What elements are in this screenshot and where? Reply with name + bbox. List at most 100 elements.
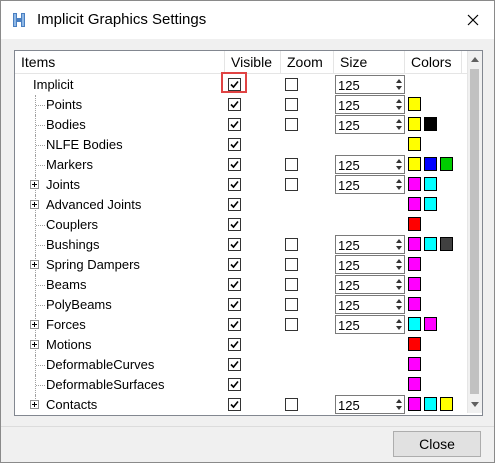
zoom-checkbox[interactable] — [285, 238, 298, 251]
spinner-arrows-icon[interactable] — [394, 256, 404, 273]
color-swatch[interactable] — [408, 297, 421, 311]
color-swatch[interactable] — [408, 197, 421, 211]
zoom-checkbox[interactable] — [285, 258, 298, 271]
expand-plus-icon[interactable] — [30, 260, 39, 269]
tree-row[interactable]: Bushings 125 — [15, 235, 467, 255]
tree-row[interactable]: Contacts 125 — [15, 395, 467, 415]
visible-checkbox[interactable] — [228, 158, 241, 171]
visible-checkbox[interactable] — [228, 178, 241, 191]
visible-checkbox[interactable] — [228, 238, 241, 251]
tree-row[interactable]: Spring Dampers 125 — [15, 255, 467, 275]
tree-row[interactable]: Bodies 125 — [15, 115, 467, 135]
header-size[interactable]: Size — [334, 51, 405, 73]
spinner-arrows-icon[interactable] — [394, 276, 404, 293]
header-visible[interactable]: Visible — [225, 51, 281, 73]
size-spinbox[interactable]: 125 — [335, 235, 405, 254]
expand-plus-icon[interactable] — [30, 340, 39, 349]
scroll-up-icon[interactable] — [471, 57, 479, 62]
color-swatch[interactable] — [424, 157, 437, 171]
header-items[interactable]: Items — [15, 51, 225, 73]
color-swatch[interactable] — [408, 317, 421, 331]
visible-checkbox[interactable] — [228, 98, 241, 111]
expand-plus-icon[interactable] — [30, 200, 39, 209]
header-colors[interactable]: Colors — [405, 51, 462, 73]
vertical-scrollbar[interactable] — [467, 51, 482, 413]
expand-plus-icon[interactable] — [30, 320, 39, 329]
spinner-arrows-icon[interactable] — [394, 396, 404, 413]
tree-row[interactable]: DeformableSurfaces — [15, 375, 467, 395]
color-swatch[interactable] — [408, 117, 421, 131]
visible-checkbox[interactable] — [228, 278, 241, 291]
visible-checkbox[interactable] — [228, 118, 241, 131]
zoom-checkbox[interactable] — [285, 398, 298, 411]
tree-row[interactable]: Forces 125 — [15, 315, 467, 335]
color-swatch[interactable] — [408, 177, 421, 191]
zoom-checkbox[interactable] — [285, 118, 298, 131]
tree-row[interactable]: Points 125 — [15, 95, 467, 115]
color-swatch[interactable] — [424, 177, 437, 191]
color-swatch[interactable] — [408, 97, 421, 111]
spinner-arrows-icon[interactable] — [394, 316, 404, 333]
visible-checkbox[interactable] — [228, 358, 241, 371]
close-button[interactable]: Close — [393, 431, 481, 457]
color-swatch[interactable] — [408, 377, 421, 391]
visible-checkbox[interactable] — [228, 318, 241, 331]
size-spinbox[interactable]: 125 — [335, 175, 405, 194]
zoom-checkbox[interactable] — [285, 158, 298, 171]
visible-checkbox[interactable] — [228, 298, 241, 311]
visible-checkbox[interactable] — [228, 138, 241, 151]
spinner-arrows-icon[interactable] — [394, 156, 404, 173]
tree-row[interactable]: Implicit 125 — [15, 72, 467, 95]
size-spinbox[interactable]: 125 — [335, 95, 405, 114]
tree-row[interactable]: Couplers — [15, 215, 467, 235]
color-swatch[interactable] — [440, 237, 453, 251]
spinner-arrows-icon[interactable] — [394, 296, 404, 313]
size-spinbox[interactable]: 125 — [335, 115, 405, 134]
color-swatch[interactable] — [408, 397, 421, 411]
size-spinbox[interactable]: 125 — [335, 275, 405, 294]
color-swatch[interactable] — [424, 317, 437, 331]
size-spinbox[interactable]: 125 — [335, 155, 405, 174]
tree-row[interactable]: NLFE Bodies — [15, 135, 467, 155]
spinner-arrows-icon[interactable] — [394, 176, 404, 193]
close-icon[interactable] — [456, 4, 490, 36]
size-spinbox[interactable]: 125 — [335, 315, 405, 334]
color-swatch[interactable] — [440, 157, 453, 171]
visible-checkbox[interactable] — [228, 258, 241, 271]
tree-row[interactable]: Joints 125 — [15, 175, 467, 195]
zoom-checkbox[interactable] — [285, 98, 298, 111]
tree-row[interactable]: PolyBeams 125 — [15, 295, 467, 315]
zoom-checkbox[interactable] — [285, 318, 298, 331]
zoom-checkbox[interactable] — [285, 298, 298, 311]
color-swatch[interactable] — [424, 197, 437, 211]
expand-plus-icon[interactable] — [30, 180, 39, 189]
color-swatch[interactable] — [408, 257, 421, 271]
spinner-arrows-icon[interactable] — [394, 96, 404, 113]
color-swatch[interactable] — [408, 137, 421, 151]
visible-checkbox[interactable] — [228, 378, 241, 391]
color-swatch[interactable] — [408, 337, 421, 351]
size-spinbox[interactable]: 125 — [335, 75, 405, 94]
color-swatch[interactable] — [408, 237, 421, 251]
color-swatch[interactable] — [408, 357, 421, 371]
visible-checkbox[interactable] — [228, 218, 241, 231]
zoom-checkbox[interactable] — [285, 278, 298, 291]
tree-row[interactable]: Beams 125 — [15, 275, 467, 295]
header-zoom[interactable]: Zoom — [281, 51, 334, 73]
scrollbar-thumb[interactable] — [470, 69, 479, 394]
size-spinbox[interactable]: 125 — [335, 395, 405, 414]
color-swatch[interactable] — [408, 217, 421, 231]
color-swatch[interactable] — [440, 397, 453, 411]
size-spinbox[interactable]: 125 — [335, 295, 405, 314]
tree-row[interactable]: Motions — [15, 335, 467, 355]
spinner-arrows-icon[interactable] — [394, 116, 404, 133]
color-swatch[interactable] — [424, 237, 437, 251]
color-swatch[interactable] — [408, 157, 421, 171]
zoom-checkbox[interactable] — [285, 78, 298, 91]
visible-checkbox[interactable] — [228, 338, 241, 351]
zoom-checkbox[interactable] — [285, 178, 298, 191]
visible-checkbox[interactable] — [228, 398, 241, 411]
spinner-arrows-icon[interactable] — [394, 76, 404, 93]
spinner-arrows-icon[interactable] — [394, 236, 404, 253]
color-swatch[interactable] — [424, 117, 437, 131]
